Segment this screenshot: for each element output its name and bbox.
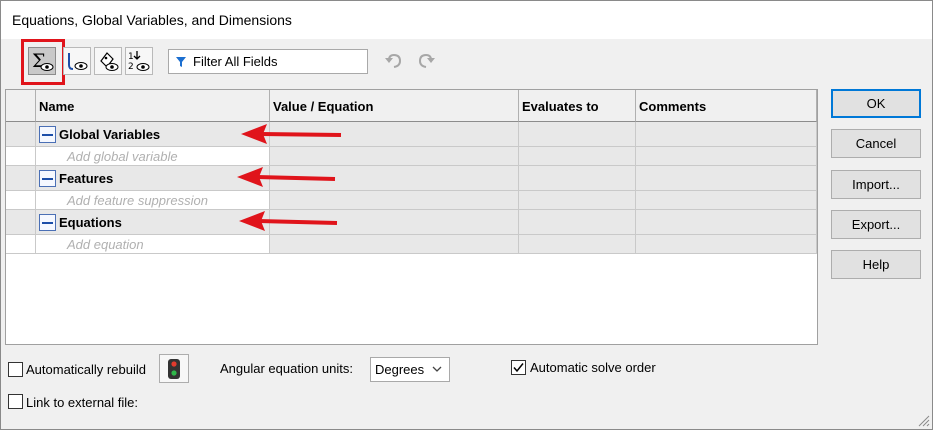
row-header-stub [6, 90, 36, 122]
add-feature-suppression-cell[interactable]: Add feature suppression [36, 191, 270, 210]
add-global-variable-placeholder: Add global variable [67, 149, 178, 164]
equations-dialog: Equations, Global Variables, and Dimensi… [0, 0, 933, 430]
angular-units-label: Angular equation units: [220, 361, 353, 376]
column-header-name[interactable]: Name [36, 90, 270, 122]
link-external-checkbox[interactable] [8, 394, 23, 409]
undo-icon [385, 53, 402, 68]
traffic-light-icon [168, 358, 180, 379]
filter-placeholder: Filter All Fields [193, 54, 278, 69]
dimension-eye-icon [100, 52, 119, 71]
filter-funnel-icon [176, 56, 186, 67]
collapse-icon[interactable] [39, 214, 56, 231]
redo-button[interactable] [415, 51, 437, 71]
section-global-variables: Global Variables [39, 122, 160, 147]
annotation-arrow-icon [237, 167, 336, 187]
window-title: Equations, Global Variables, and Dimensi… [12, 12, 292, 28]
ordered-eye-icon: 1 2 [128, 51, 150, 72]
row-stub [6, 210, 36, 235]
svg-text:2: 2 [128, 62, 134, 72]
sketch-equation-view-button[interactable] [63, 47, 91, 75]
collapse-icon[interactable] [39, 126, 56, 143]
angular-units-select[interactable]: Degrees [370, 357, 450, 382]
column-header-evaluates[interactable]: Evaluates to [519, 90, 636, 122]
ordered-view-button[interactable]: 1 2 [125, 47, 153, 75]
section-features: Features [39, 166, 113, 191]
export-button[interactable]: Export... [831, 210, 921, 239]
cancel-button[interactable]: Cancel [831, 129, 921, 158]
auto-rebuild-checkbox[interactable] [8, 362, 23, 377]
section-equations: Equations [39, 210, 122, 235]
help-button[interactable]: Help [831, 250, 921, 279]
row-stub [6, 122, 36, 147]
rebuild-traffic-light-button[interactable] [159, 354, 189, 383]
auto-solve-checkbox[interactable] [511, 360, 526, 375]
redo-icon [418, 53, 435, 68]
section-row-equations[interactable]: Equations [36, 210, 270, 235]
chevron-down-icon [432, 366, 442, 372]
sketch-eye-icon [68, 53, 88, 70]
svg-text:1: 1 [128, 52, 134, 62]
column-header-value[interactable]: Value / Equation [270, 90, 519, 122]
import-button[interactable]: Import... [831, 170, 921, 199]
add-global-variable-cell[interactable]: Add global variable [36, 147, 270, 166]
sigma-eye-icon: Σ [32, 50, 54, 72]
ok-button[interactable]: OK [831, 89, 921, 118]
column-header-comments[interactable]: Comments [636, 90, 817, 122]
row-stub [6, 147, 36, 166]
add-feature-suppression-placeholder: Add feature suppression [67, 193, 208, 208]
auto-rebuild-label: Automatically rebuild [26, 362, 146, 377]
dimension-view-button[interactable] [94, 47, 122, 75]
title-bar: Equations, Global Variables, and Dimensi… [1, 1, 932, 39]
filter-field[interactable]: Filter All Fields [168, 49, 368, 74]
resize-grip-icon[interactable] [916, 413, 930, 427]
equation-view-button[interactable]: Σ [28, 47, 56, 75]
add-equation-placeholder: Add equation [67, 237, 144, 252]
auto-solve-label: Automatic solve order [530, 360, 656, 375]
collapse-icon[interactable] [39, 170, 56, 187]
row-stub [6, 235, 36, 254]
annotation-arrow-icon [241, 124, 342, 144]
undo-button[interactable] [383, 51, 405, 71]
equations-table: Name Value / Equation Evaluates to Comme… [5, 89, 818, 345]
section-row-global-variables[interactable]: Global Variables [36, 122, 270, 147]
link-external-label: Link to external file: [26, 395, 139, 410]
row-stub [6, 191, 36, 210]
row-stub [6, 166, 36, 191]
checkmark-icon [513, 363, 524, 373]
add-equation-cell[interactable]: Add equation [36, 235, 270, 254]
annotation-arrow-icon [239, 211, 338, 231]
